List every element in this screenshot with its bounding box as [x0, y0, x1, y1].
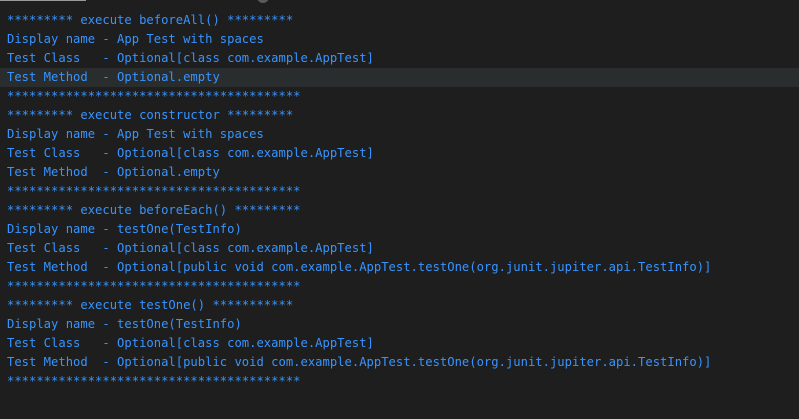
console-line: Test Class - Optional[class com.example.… [7, 336, 374, 350]
console-line: **************************************** [7, 279, 301, 293]
console-line: **************************************** [7, 374, 301, 388]
console-line: Display name - App Test with spaces [7, 127, 264, 141]
console-line: **************************************** [7, 89, 301, 103]
console-line: **************************************** [7, 184, 301, 198]
console-line: Test Method - Optional[public void com.e… [7, 355, 712, 369]
scroll-indicator [0, 0, 86, 1]
console-line: ********* execute testOne() *********** [7, 298, 294, 312]
console-line: ********* execute constructor ********* [7, 108, 294, 122]
console-line: ********* execute beforeEach() ********* [7, 203, 301, 217]
console-line: Test Method - Optional[public void com.e… [7, 260, 712, 274]
console-line: ********* execute beforeAll() ********* [7, 13, 294, 27]
terminal-output-panel[interactable]: ********* execute beforeAll() ********* … [0, 0, 799, 419]
console-line: Test Method - Optional.empty [7, 165, 220, 179]
console-line: Test Class - Optional[class com.example.… [7, 146, 374, 160]
console-line: Test Class - Optional[class com.example.… [7, 241, 374, 255]
console-line-hovered: Test Method - Optional.empty [0, 68, 799, 87]
console-line: Display name - testOne(TestInfo) [7, 222, 242, 236]
console-line: Test Class - Optional[class com.example.… [7, 51, 374, 65]
panel-resize-handle[interactable] [257, 0, 269, 3]
console-line: Display name - App Test with spaces [7, 32, 264, 46]
console-lines: ********* execute beforeAll() ********* … [0, 11, 799, 391]
console-line: Display name - testOne(TestInfo) [7, 317, 242, 331]
